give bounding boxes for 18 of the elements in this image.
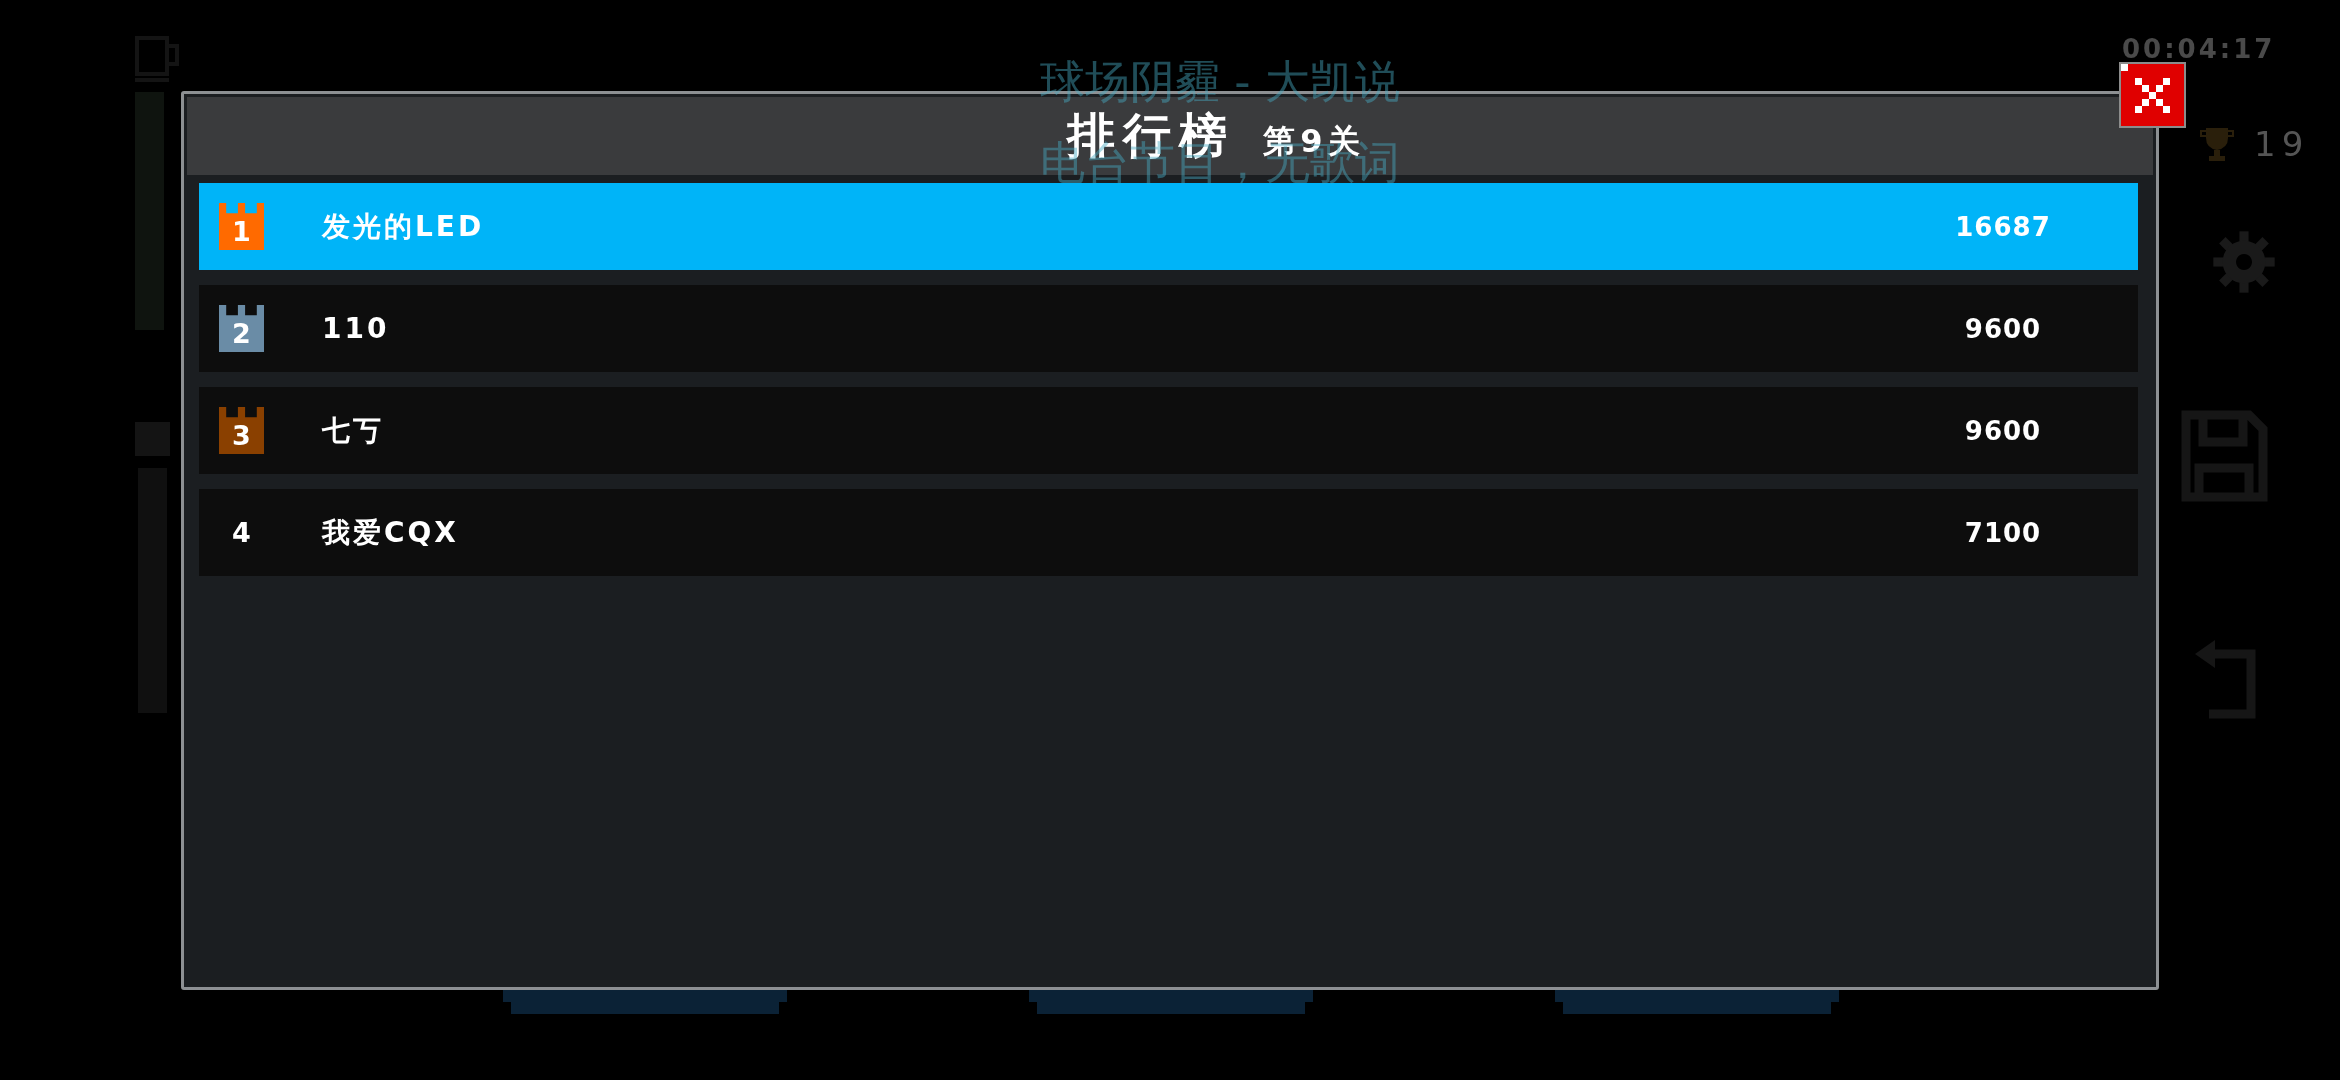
- game-timer: 00:04:17: [2122, 34, 2276, 64]
- player-name: 我爱CQX: [322, 514, 459, 551]
- player-name: 七丂: [322, 412, 384, 449]
- close-icon: [2135, 77, 2170, 113]
- rank-number: 4: [232, 515, 251, 550]
- player-name: 发光的LED: [322, 208, 485, 245]
- close-button[interactable]: [2119, 62, 2186, 128]
- player-name: 110: [322, 310, 390, 347]
- gear-icon[interactable]: [2212, 230, 2276, 294]
- score: 9600: [1964, 312, 2042, 346]
- score: 7100: [1964, 516, 2042, 550]
- trophy-count: 19: [2254, 126, 2310, 162]
- rank-crown: 2: [219, 305, 264, 352]
- score: 16687: [1955, 210, 2051, 244]
- rank-crown: 3: [219, 407, 264, 454]
- score: 9600: [1964, 414, 2042, 448]
- rank-crown: 1: [219, 203, 264, 250]
- trophy-icon: [2200, 126, 2234, 162]
